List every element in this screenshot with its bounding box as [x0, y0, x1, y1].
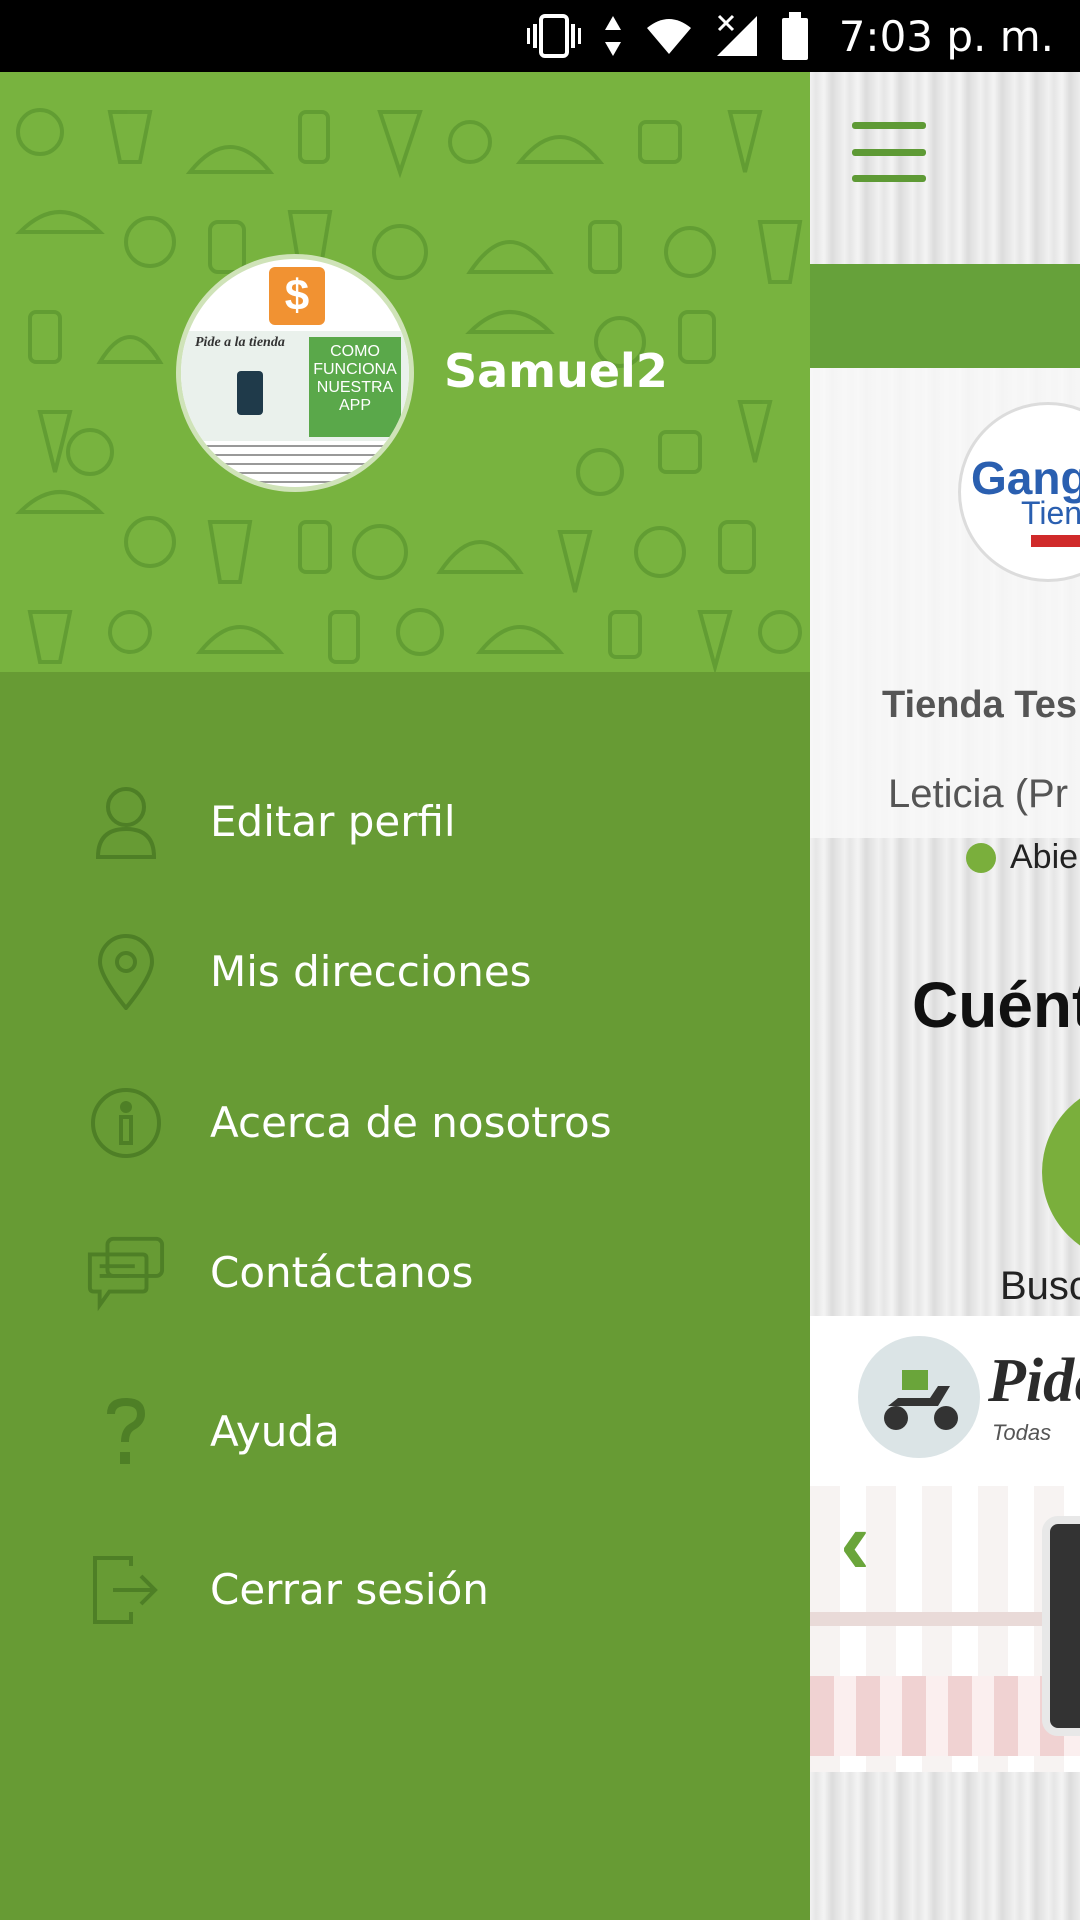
search-action-button[interactable]	[1042, 1082, 1080, 1262]
drawer-header: $ Pide a la tienda COMO FUNCIONA NUESTRA…	[0, 72, 810, 672]
no-signal-icon	[715, 14, 759, 58]
carousel-image[interactable]: ‹	[810, 1486, 1080, 1772]
logout-icon	[86, 1550, 166, 1630]
data-arrows-icon	[603, 14, 623, 58]
menu-item-label: Acerca de nosotros	[210, 1098, 612, 1147]
section-heading: Cuént	[912, 969, 1080, 1041]
phone-icon	[237, 371, 263, 415]
menu-item-label: Mis direcciones	[210, 947, 532, 996]
app-green-band	[810, 264, 1080, 368]
store-logo-subtext: Tien	[1021, 495, 1080, 531]
status-bar: 7:03 p. m.	[0, 0, 1080, 72]
promo-banner[interactable]: Pide Todas	[810, 1316, 1080, 1486]
menu-item-label: Contáctanos	[210, 1248, 474, 1297]
menu-item-label: Cerrar sesión	[210, 1565, 489, 1614]
store-location: Leticia (Pr	[888, 772, 1069, 816]
avatar[interactable]: $ Pide a la tienda COMO FUNCIONA NUESTRA…	[176, 254, 414, 492]
menu-item-label: Ayuda	[210, 1407, 340, 1456]
menu-item-mis-direcciones[interactable]: Mis direcciones	[0, 902, 810, 1042]
store-status: Abie	[966, 838, 1078, 877]
help-question-icon	[86, 1392, 166, 1472]
location-pin-icon	[86, 932, 166, 1012]
app-logo-icon: $	[269, 267, 325, 325]
scooter-icon	[858, 1336, 980, 1458]
store-status-label: Abie	[1010, 838, 1079, 876]
wifi-icon	[645, 16, 693, 56]
app-toolbar	[810, 72, 1080, 264]
phone-illustration	[1042, 1516, 1080, 1736]
username: Samuel2	[444, 344, 668, 398]
chat-bubbles-icon	[86, 1233, 166, 1313]
avatar-banner-text: COMO FUNCIONA NUESTRA APP	[309, 337, 401, 437]
avatar-banner-title: Pide a la tienda	[195, 335, 285, 350]
menu-item-ayuda[interactable]: Ayuda	[0, 1362, 810, 1502]
menu-item-label: Editar perfil	[210, 797, 456, 846]
background-app: Gang Tien Tienda Tes Leticia (Pr Abie Cu…	[810, 72, 1080, 1920]
battery-icon	[781, 12, 809, 60]
banner-subtitle: Todas	[992, 1420, 1052, 1445]
menu-item-contactanos[interactable]: Contáctanos	[0, 1203, 810, 1343]
menu-item-acerca-de-nosotros[interactable]: Acerca de nosotros	[0, 1053, 810, 1193]
banner-title: Pide	[988, 1347, 1080, 1415]
store-name: Tienda Tes	[882, 684, 1077, 726]
menu-item-cerrar-sesion[interactable]: Cerrar sesión	[0, 1520, 810, 1660]
navigation-drawer: $ Pide a la tienda COMO FUNCIONA NUESTRA…	[0, 72, 810, 1920]
hamburger-menu-icon[interactable]	[852, 122, 926, 182]
status-dot-icon	[966, 842, 996, 873]
info-icon	[86, 1083, 166, 1163]
vibrate-icon	[526, 14, 581, 58]
search-action-label: Busc	[1000, 1264, 1080, 1308]
menu-item-editar-perfil[interactable]: Editar perfil	[0, 752, 810, 892]
status-time: 7:03 p. m.	[838, 11, 1054, 61]
carousel-prev-icon[interactable]: ‹	[840, 1492, 870, 1595]
user-icon	[86, 782, 166, 862]
